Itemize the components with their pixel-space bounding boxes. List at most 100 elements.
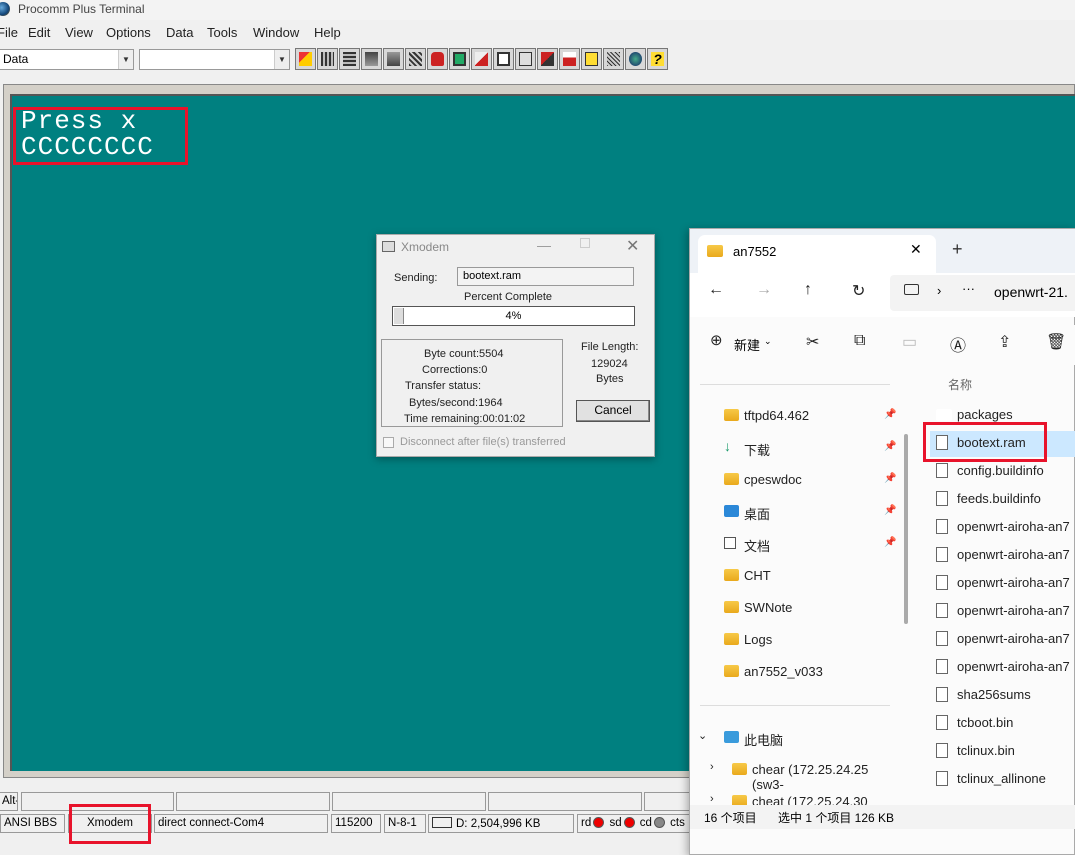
help-icon[interactable]: ?	[647, 48, 668, 70]
pin-icon[interactable]: 📌	[884, 473, 896, 484]
nav-item[interactable]: an7552_v033	[700, 659, 900, 687]
nav-drive[interactable]: › cheat (172.25.24.30 (sw3-	[700, 789, 900, 805]
clipboard-icon[interactable]	[581, 48, 602, 70]
menu-options[interactable]: Options	[106, 25, 151, 40]
forward-icon[interactable]: →	[756, 281, 772, 299]
record-icon[interactable]	[559, 48, 580, 70]
new-tab-icon[interactable]: +	[952, 239, 963, 260]
nav-scrollbar[interactable]	[904, 434, 908, 624]
nav-item[interactable]: cpeswdoc 📌	[700, 467, 900, 495]
pin-icon[interactable]: 📌	[884, 537, 896, 548]
grid-tool-icon[interactable]	[317, 48, 338, 70]
menu-help[interactable]: Help	[314, 25, 341, 40]
file-item[interactable]: config.buildinfo	[930, 459, 1075, 485]
key-slot[interactable]	[332, 792, 486, 811]
up-icon[interactable]: ↑	[804, 281, 812, 299]
minimize-icon[interactable]: —	[537, 237, 551, 253]
printer-icon[interactable]	[493, 48, 514, 70]
nav-item[interactable]: ↓ 下载 📌	[700, 435, 900, 463]
edit-icon[interactable]	[471, 48, 492, 70]
break-icon[interactable]	[537, 48, 558, 70]
nav-bar: ← → ↑ ↻ › ··· openwrt-21.	[690, 273, 1075, 317]
rename-icon[interactable]: Ⓐ	[950, 332, 966, 356]
file-item[interactable]: tclinux.bin	[930, 739, 1075, 765]
menu-data[interactable]: Data	[166, 25, 193, 40]
menu-window[interactable]: Window	[253, 25, 299, 40]
nav-drive[interactable]: › chear (172.25.24.25 (sw3-	[700, 757, 900, 792]
chevron-down-icon[interactable]: ▼	[274, 50, 289, 69]
mode-combo[interactable]: Data ▼	[0, 49, 134, 70]
secondary-combo[interactable]: ▼	[139, 49, 290, 70]
menu-edit[interactable]: Edit	[28, 25, 50, 40]
new-button[interactable]: 新建	[734, 335, 760, 354]
copy-icon[interactable]: ⧉	[854, 332, 865, 350]
file-item[interactable]: openwrt-airoha-an7	[930, 627, 1075, 653]
dial-tool-icon[interactable]	[295, 48, 316, 70]
chevron-down-icon[interactable]: ⌄	[764, 336, 772, 347]
back-icon[interactable]: ←	[708, 281, 724, 299]
file-item[interactable]: tcboot.bin	[930, 711, 1075, 737]
alt-key[interactable]: Alt-	[0, 792, 18, 811]
column-name-header[interactable]: 名称	[948, 376, 972, 393]
new-icon[interactable]: ⊕	[710, 331, 723, 349]
menu-view[interactable]: View	[65, 25, 93, 40]
file-item[interactable]: openwrt-airoha-an7	[930, 655, 1075, 681]
file-item[interactable]: openwrt-airoha-an7	[930, 515, 1075, 541]
nav-item[interactable]: CHT	[700, 563, 900, 591]
nav-item[interactable]: 文档 📌	[700, 531, 900, 559]
nav-item[interactable]: SWNote	[700, 595, 900, 623]
byte-count: Byte count:5504	[424, 348, 504, 360]
chevron-down-icon[interactable]: ▼	[118, 50, 133, 69]
script-icon[interactable]	[515, 48, 536, 70]
phone-icon[interactable]	[427, 48, 448, 70]
paste-icon[interactable]: ▭	[902, 332, 917, 352]
globe-icon[interactable]	[625, 48, 646, 70]
xmodem-dialog: Xmodem — ✕ Sending: bootext.ram Percent …	[376, 234, 655, 457]
pattern-icon[interactable]	[603, 48, 624, 70]
file-icon	[936, 463, 948, 478]
pin-icon[interactable]: 📌	[884, 441, 896, 452]
cancel-button[interactable]: Cancel	[576, 400, 650, 422]
connection-status[interactable]: direct connect-Com4	[154, 814, 328, 833]
menu-file[interactable]: File	[0, 25, 18, 40]
address-bar[interactable]: › ··· openwrt-21.	[890, 275, 1075, 311]
receive-file-icon[interactable]	[383, 48, 404, 70]
key-slot[interactable]	[488, 792, 642, 811]
monitor-icon[interactable]	[449, 48, 470, 70]
maximize-icon[interactable]	[580, 238, 590, 248]
cut-icon[interactable]: ✂	[806, 332, 819, 352]
nav-item[interactable]: tftpd64.462 📌	[700, 403, 900, 431]
grid-tool-2-icon[interactable]	[339, 48, 360, 70]
file-item[interactable]: openwrt-airoha-an7	[930, 543, 1075, 569]
nav-item[interactable]: 桌面 📌	[700, 499, 900, 527]
delete-icon[interactable]: 🗑	[1046, 332, 1066, 352]
file-item[interactable]: sha256sums	[930, 683, 1075, 709]
key-slot[interactable]	[176, 792, 330, 811]
pin-icon[interactable]: 📌	[884, 505, 896, 516]
menu-tools[interactable]: Tools	[207, 25, 237, 40]
chevron-right-icon[interactable]: ›	[710, 793, 714, 805]
disconnect-checkbox[interactable]	[383, 437, 394, 448]
close-icon[interactable]: ✕	[626, 236, 639, 256]
baud-status[interactable]: 115200	[331, 814, 381, 833]
nav-label: 此电脑	[744, 733, 784, 748]
refresh-icon[interactable]: ↻	[852, 281, 865, 301]
pin-icon[interactable]: 📌	[884, 409, 896, 420]
tab-an7552[interactable]: an7552 ✕	[698, 235, 936, 273]
send-file-icon[interactable]	[361, 48, 382, 70]
share-icon[interactable]: ⇪	[998, 332, 1011, 352]
emulation-status[interactable]: ANSI BBS	[0, 814, 65, 833]
nav-this-pc[interactable]: ⌄ 此电脑	[698, 725, 900, 753]
parity-status[interactable]: N-8-1	[384, 814, 426, 833]
close-tab-icon[interactable]: ✕	[910, 241, 922, 258]
file-item[interactable]: tclinux_allinone	[930, 767, 1075, 793]
file-item[interactable]: openwrt-airoha-an7	[930, 599, 1075, 625]
nav-item[interactable]: Logs	[700, 627, 900, 655]
chevron-right-icon[interactable]: ›	[710, 761, 714, 773]
key-slot[interactable]	[644, 792, 694, 811]
file-item[interactable]: feeds.buildinfo	[930, 487, 1075, 513]
file-item[interactable]: openwrt-airoha-an7	[930, 571, 1075, 597]
more-icon[interactable]: ···	[962, 281, 975, 296]
chevron-down-icon[interactable]: ⌄	[698, 729, 707, 742]
capture-icon[interactable]	[405, 48, 426, 70]
